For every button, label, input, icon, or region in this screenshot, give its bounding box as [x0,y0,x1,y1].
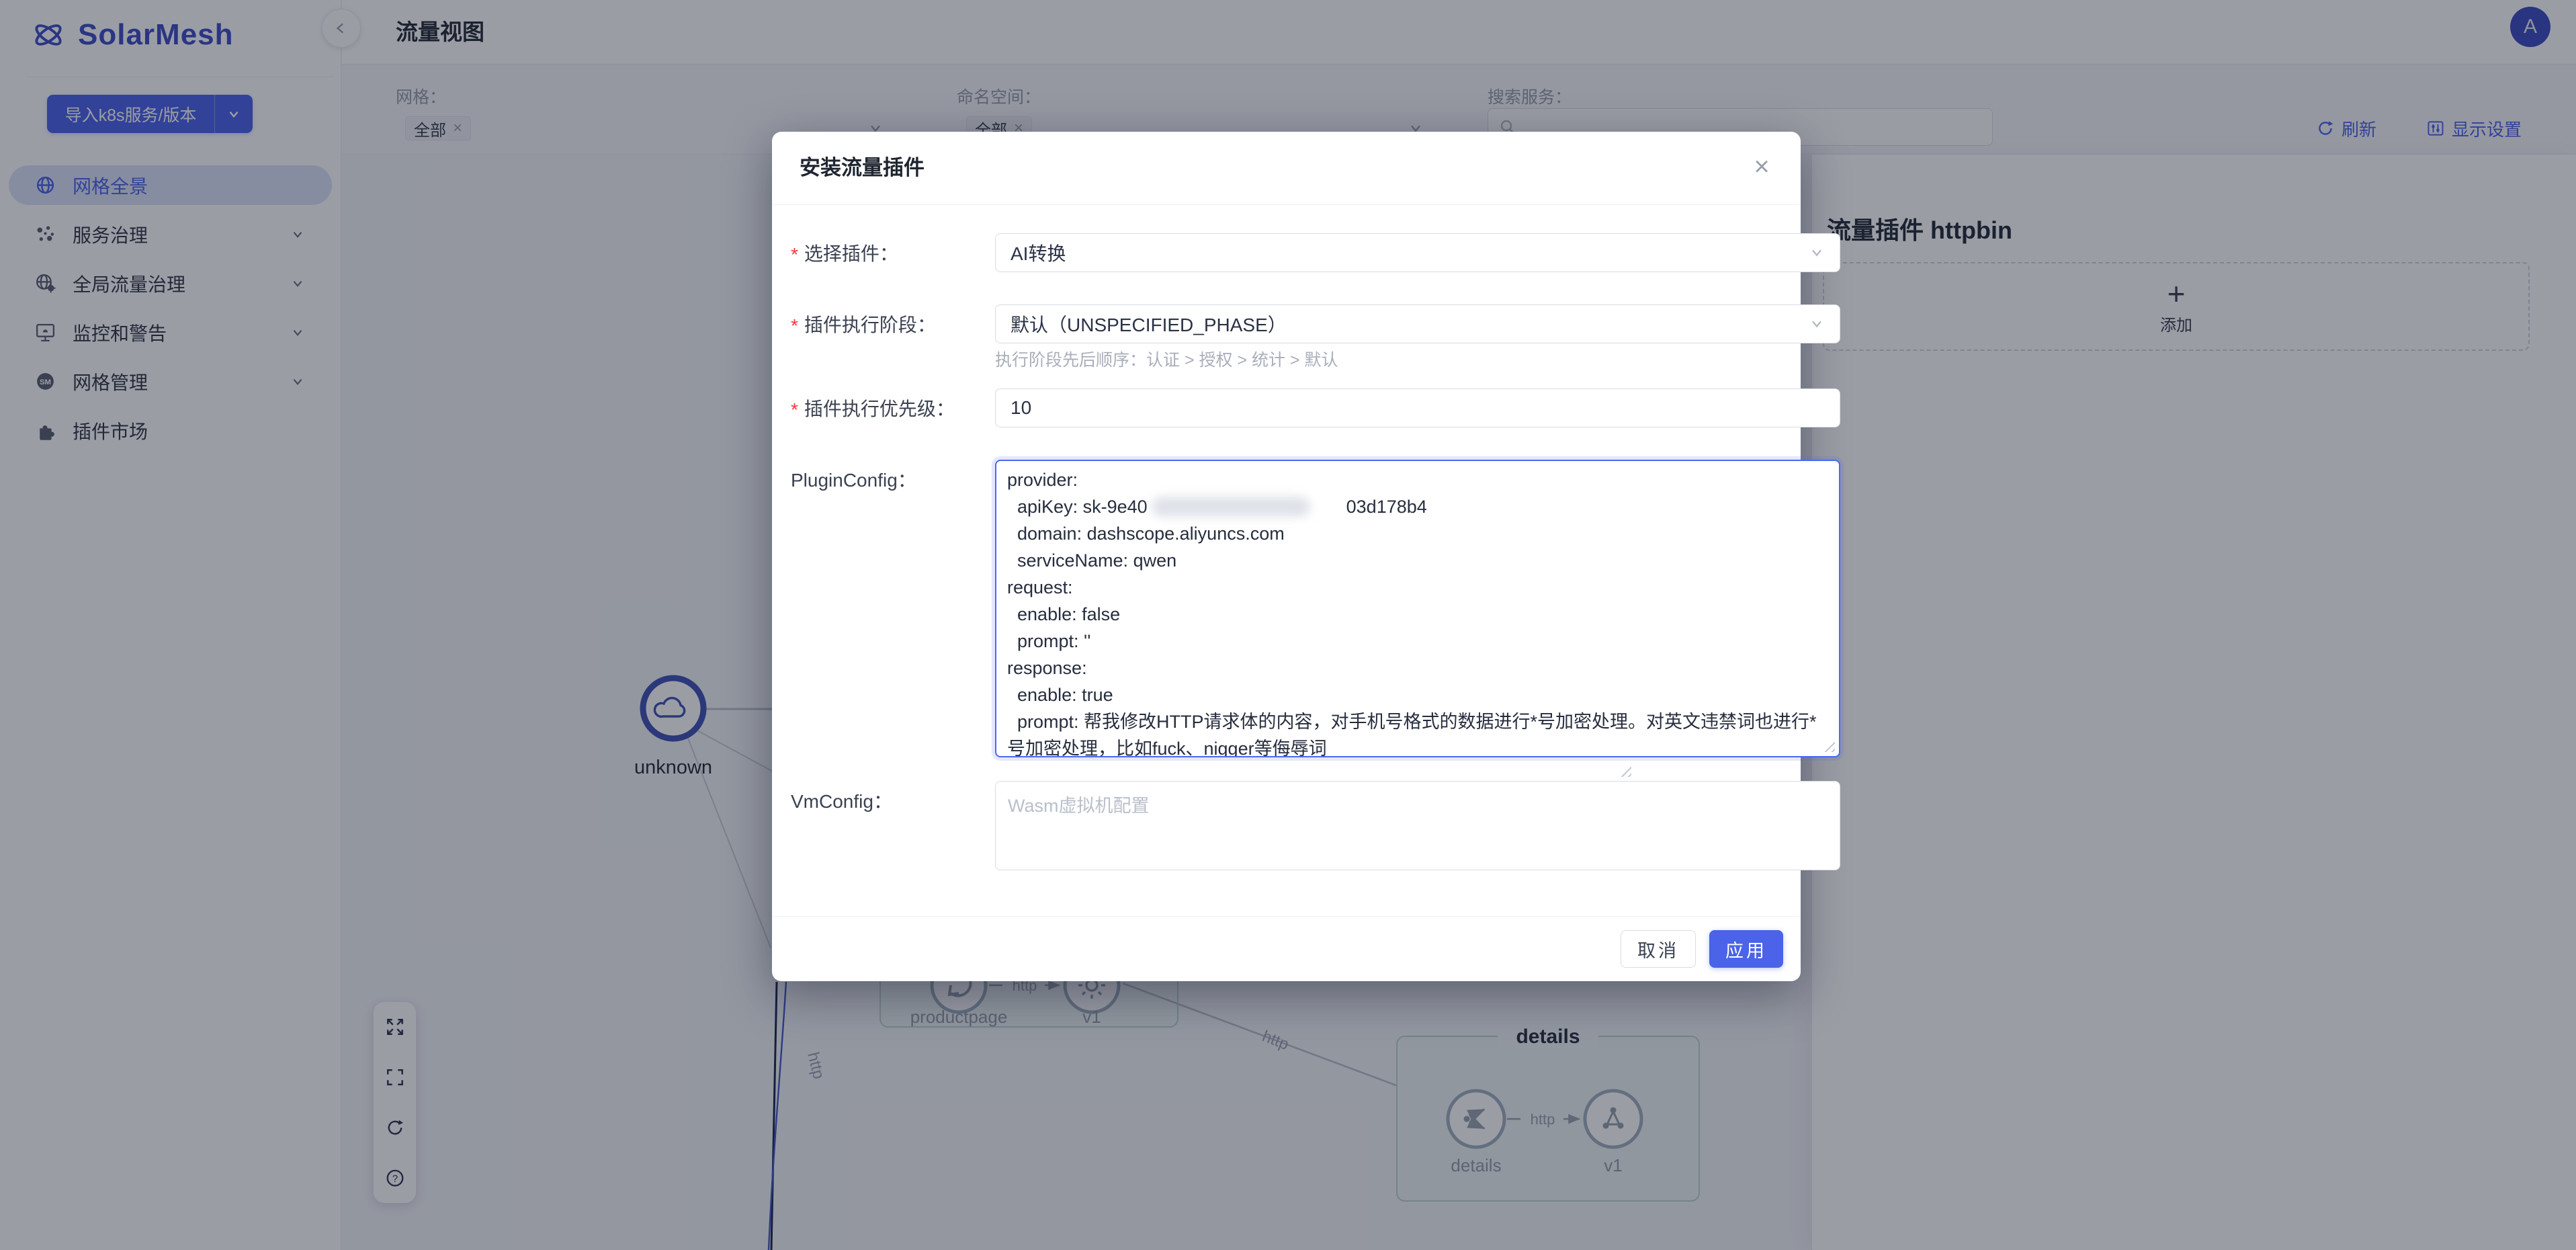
priority-input[interactable] [995,388,1840,427]
phase-helper-text: 执行阶段先后顺序：认证 > 授权 > 统计 > 默认 [995,347,1338,371]
chevron-down-icon [1809,245,1825,261]
priority-label: 插件执行优先级： [791,388,955,427]
plugin-select-value: AI转换 [1011,239,1066,266]
priority-field [995,388,1840,427]
phase-select-label: 插件执行阶段： [791,304,936,343]
phase-select-value: 默认（UNSPECIFIED_PHASE） [1011,310,1287,337]
close-icon[interactable]: × [1742,147,1782,187]
modal-footer: 取消 应用 [772,916,1801,981]
cancel-button[interactable]: 取消 [1621,930,1696,968]
modal-header: 安装流量插件 × [772,132,1801,205]
modal-title: 安装流量插件 [800,132,925,204]
phase-select[interactable]: 默认（UNSPECIFIED_PHASE） [995,304,1840,343]
plugin-config-textarea[interactable]: provider: apiKey: sk-9e4003d178b4 domain… [995,460,1840,757]
redacted-api-key [1152,497,1310,517]
plugin-select-label: 选择插件： [791,233,898,272]
api-key-line: apiKey: sk-9e4003d178b4 [1007,493,1828,520]
vm-config-label: VmConfig： [791,781,892,820]
chevron-down-icon [1809,316,1825,332]
plugin-select[interactable]: AI转换 [995,233,1840,272]
resize-handle[interactable] [1618,763,1631,777]
apply-button[interactable]: 应用 [1709,930,1783,968]
plugin-config-label: PluginConfig： [791,460,916,499]
install-plugin-modal: 安装流量插件 × 选择插件： AI转换 插件执行阶段： 默认（UNSPECIFI… [772,132,1801,981]
vm-config-textarea[interactable] [995,781,1840,870]
